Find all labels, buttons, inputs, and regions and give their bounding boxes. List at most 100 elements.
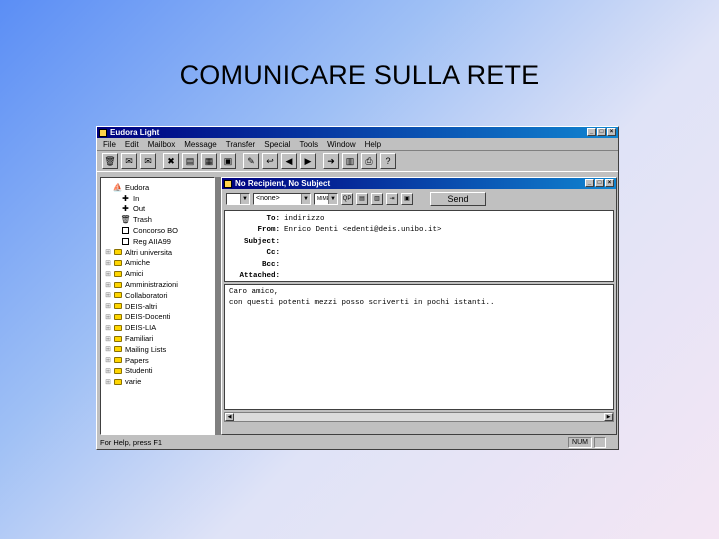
print-preview-icon[interactable]: ▦: [201, 153, 217, 169]
folder-icon: [113, 356, 122, 364]
tabs-icon[interactable]: ⇥: [386, 192, 398, 205]
body-line: Caro amico,: [229, 288, 279, 296]
to-field[interactable]: indirizzo: [282, 215, 325, 223]
encoding-select[interactable]: MIME ▼: [314, 192, 338, 205]
num-lock-indicator: NUM: [568, 437, 592, 448]
menu-file[interactable]: File: [103, 140, 116, 149]
tree-item-in[interactable]: ✚ In: [103, 193, 212, 204]
compose-close-button[interactable]: ×: [605, 179, 614, 187]
trash-icon[interactable]: 🗑: [102, 153, 118, 169]
compose-maximize-button[interactable]: □: [595, 179, 604, 187]
header-attached[interactable]: Attached:: [225, 271, 613, 283]
message-body[interactable]: Caro amico, con questi potenti mezzi pos…: [224, 284, 614, 410]
signature-select[interactable]: <none> ▼: [253, 192, 311, 205]
expand-icon[interactable]: ⊞: [103, 345, 113, 353]
mailbox-icon: [121, 227, 130, 235]
tree-item-amici[interactable]: ⊞ Amici: [103, 268, 212, 279]
print-icon[interactable]: ⎙: [361, 153, 377, 169]
header-to[interactable]: To: indirizzo: [225, 213, 613, 225]
inbox-icon[interactable]: ✉: [121, 153, 137, 169]
previous-icon[interactable]: ◀: [281, 153, 297, 169]
next-icon[interactable]: ▶: [300, 153, 316, 169]
eudora-window: Eudora Light _ □ × File Edit Mailbox Mes…: [96, 126, 619, 450]
expand-icon[interactable]: ⊞: [103, 313, 113, 321]
attach-icon[interactable]: ▣: [220, 153, 236, 169]
scroll-right-icon[interactable]: ▶: [604, 413, 613, 421]
expand-icon[interactable]: ⊞: [103, 281, 113, 289]
menu-transfer[interactable]: Transfer: [226, 140, 256, 149]
reply-icon[interactable]: ↩: [262, 153, 278, 169]
menu-help[interactable]: Help: [365, 140, 381, 149]
send-button[interactable]: Send: [430, 191, 486, 206]
tree-item-papers[interactable]: ⊞ Papers: [103, 355, 212, 366]
minimize-button[interactable]: _: [587, 128, 596, 136]
priority-select[interactable]: ▼: [226, 192, 250, 205]
new-message-icon[interactable]: ✎: [243, 153, 259, 169]
expand-icon[interactable]: ⊞: [103, 335, 113, 343]
tree-item-concorso-bo[interactable]: Concorso BO: [103, 225, 212, 236]
tree-item-deis-lia[interactable]: ⊞ DEIS-LIA: [103, 322, 212, 333]
expand-icon[interactable]: ⊞: [103, 302, 113, 310]
check-mail-icon[interactable]: ▤: [182, 153, 198, 169]
mailbox-tree: ⛵ Eudora ✚ In ✚ Out 🗑 Trash Concorso BO Reg …: [100, 177, 215, 435]
from-field[interactable]: Enrico Denti <edenti@deis.unibo.it>: [282, 226, 442, 234]
header-cc[interactable]: Cc:: [225, 248, 613, 260]
mdi-workspace: ⛵ Eudora ✚ In ✚ Out 🗑 Trash Concorso BO Reg …: [100, 177, 617, 435]
menu-tools[interactable]: Tools: [299, 140, 318, 149]
tree-item-familiari[interactable]: ⊞ Familiari: [103, 333, 212, 344]
tree-item-amiche[interactable]: ⊞ Amiche: [103, 258, 212, 269]
folder-icon: [113, 281, 122, 289]
close-button[interactable]: ×: [607, 128, 616, 136]
menu-message[interactable]: Message: [184, 140, 216, 149]
tree-item-mailing-lists[interactable]: ⊞ Mailing Lists: [103, 344, 212, 355]
tree-item-eudora[interactable]: ⛵ Eudora: [103, 182, 212, 193]
help-icon[interactable]: ?: [380, 153, 396, 169]
delete-message-icon[interactable]: ✖: [163, 153, 179, 169]
tree-item-amministrazioni[interactable]: ⊞ Amministrazioni: [103, 279, 212, 290]
compose-title: No Recipient, No Subject: [235, 179, 331, 188]
message-headers: To: indirizzo From: Enrico Denti <edenti@d…: [224, 210, 614, 282]
folder-icon: [113, 291, 122, 299]
tree-item-deis-docenti[interactable]: ⊞ DEIS-Docenti: [103, 312, 212, 323]
menu-window[interactable]: Window: [327, 140, 355, 149]
expand-icon[interactable]: ⊞: [103, 367, 113, 375]
header-subject[interactable]: Subject:: [225, 236, 613, 248]
expand-icon[interactable]: ⊞: [103, 356, 113, 364]
quoted-printable-icon[interactable]: QP: [341, 192, 353, 205]
compose-minimize-button[interactable]: _: [585, 179, 594, 187]
expand-icon[interactable]: ⊞: [103, 248, 113, 256]
expand-icon[interactable]: ⊞: [103, 378, 113, 386]
header-from[interactable]: From: Enrico Denti <edenti@deis.unibo.it>: [225, 225, 613, 237]
menu-edit[interactable]: Edit: [125, 140, 139, 149]
tree-item-varie[interactable]: ⊞ varie: [103, 376, 212, 387]
expand-icon[interactable]: ⊞: [103, 324, 113, 332]
menu-mailbox[interactable]: Mailbox: [148, 140, 176, 149]
chevron-down-icon: ▼: [240, 193, 249, 204]
maximize-button[interactable]: □: [597, 128, 606, 136]
keep-copy-icon[interactable]: ▣: [401, 192, 413, 205]
text-as-attachment-icon[interactable]: ▤: [356, 192, 368, 205]
app-titlebar[interactable]: Eudora Light _ □ ×: [97, 127, 618, 138]
tree-item-studenti[interactable]: ⊞ Studenti: [103, 366, 212, 377]
tree-item-reg-aiia99[interactable]: Reg AIIA99: [103, 236, 212, 247]
tree-item-trash[interactable]: 🗑 Trash: [103, 214, 212, 225]
header-bcc[interactable]: Bcc:: [225, 259, 613, 271]
compose-titlebar[interactable]: No Recipient, No Subject _ □ ×: [222, 178, 616, 189]
folder-icon: [113, 378, 122, 386]
tree-item-out[interactable]: ✚ Out: [103, 204, 212, 215]
expand-icon[interactable]: ⊞: [103, 259, 113, 267]
expand-icon[interactable]: ⊞: [103, 270, 113, 278]
horizontal-scrollbar[interactable]: ◀ ▶: [224, 412, 614, 422]
menu-special[interactable]: Special: [264, 140, 290, 149]
tree-item-altri-universita[interactable]: ⊞ Altri universita: [103, 247, 212, 258]
tree-item-deis-altri[interactable]: ⊞ DEIS-altri: [103, 301, 212, 312]
outbox-icon[interactable]: ✉: [140, 153, 156, 169]
eudora-app-icon: [99, 128, 107, 137]
word-wrap-icon[interactable]: ▥: [371, 192, 383, 205]
address-book-icon[interactable]: ▥: [342, 153, 358, 169]
expand-icon[interactable]: ⊞: [103, 291, 113, 299]
folder-icon: [113, 345, 122, 353]
tree-item-collaboratori[interactable]: ⊞ Collaboratori: [103, 290, 212, 301]
forward-icon[interactable]: ➜: [323, 153, 339, 169]
scroll-left-icon[interactable]: ◀: [225, 413, 234, 421]
